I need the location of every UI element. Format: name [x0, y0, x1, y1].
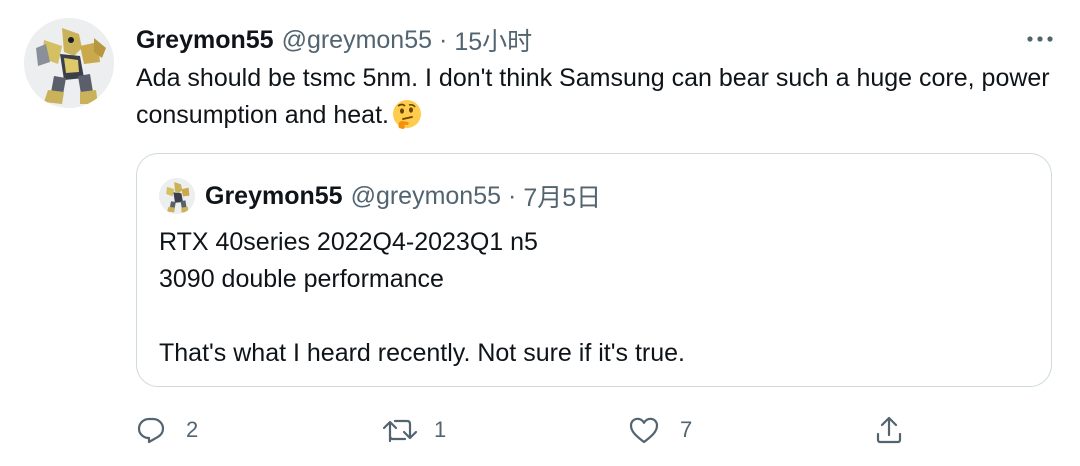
quoted-display-name[interactable]: Greymon55 — [205, 182, 343, 211]
reply-count: 2 — [186, 417, 199, 442]
action-bar: 2 1 7 — [136, 410, 936, 450]
share-icon — [876, 416, 902, 444]
header-separator: · — [439, 25, 448, 54]
like-count: 7 — [680, 417, 693, 442]
heart-icon — [629, 417, 659, 444]
display-name[interactable]: Greymon55 — [136, 26, 274, 55]
avatar-image — [24, 18, 114, 108]
quoted-line: 3090 double performance — [159, 265, 444, 293]
tweet-body: Ada should be tsmc 5nm. I don't think Sa… — [136, 64, 1050, 129]
quoted-avatar[interactable] — [159, 178, 195, 214]
tweet-text: Ada should be tsmc 5nm. I don't think Sa… — [136, 60, 1056, 134]
tweet-header: Greymon55 @greymon55 · 15小时 — [136, 22, 532, 58]
more-horizontal-icon — [1027, 36, 1053, 42]
retweet-count: 1 — [434, 417, 447, 442]
quoted-timestamp[interactable]: 7月5日 — [523, 178, 601, 214]
reply-button[interactable]: 2 — [136, 410, 198, 450]
quoted-line: RTX 40series 2022Q4-2023Q1 n5 — [159, 228, 538, 256]
tweet-timestamp[interactable]: 15小时 — [454, 22, 532, 58]
quoted-avatar-image — [159, 178, 195, 214]
quoted-separator: · — [508, 181, 517, 210]
share-button[interactable] — [874, 410, 904, 450]
quoted-text: RTX 40series 2022Q4-2023Q1 n5 3090 doubl… — [159, 224, 1029, 372]
quoted-tweet[interactable]: Greymon55 @greymon55 · 7月5日 RTX 40series… — [136, 153, 1052, 387]
retweet-icon — [382, 419, 418, 443]
reply-icon — [137, 417, 165, 444]
avatar[interactable] — [24, 18, 114, 108]
quoted-header: Greymon55 @greymon55 · 7月5日 — [205, 178, 601, 214]
quoted-line-blank — [159, 298, 1029, 335]
user-handle[interactable]: @greymon55 — [282, 26, 432, 55]
quoted-line: That's what I heard recently. Not sure i… — [159, 339, 685, 367]
thinking-face-icon — [391, 98, 423, 130]
quoted-handle[interactable]: @greymon55 — [351, 182, 501, 211]
retweet-button[interactable]: 1 — [382, 410, 446, 450]
more-button[interactable] — [1022, 24, 1058, 54]
like-button[interactable]: 7 — [628, 410, 692, 450]
